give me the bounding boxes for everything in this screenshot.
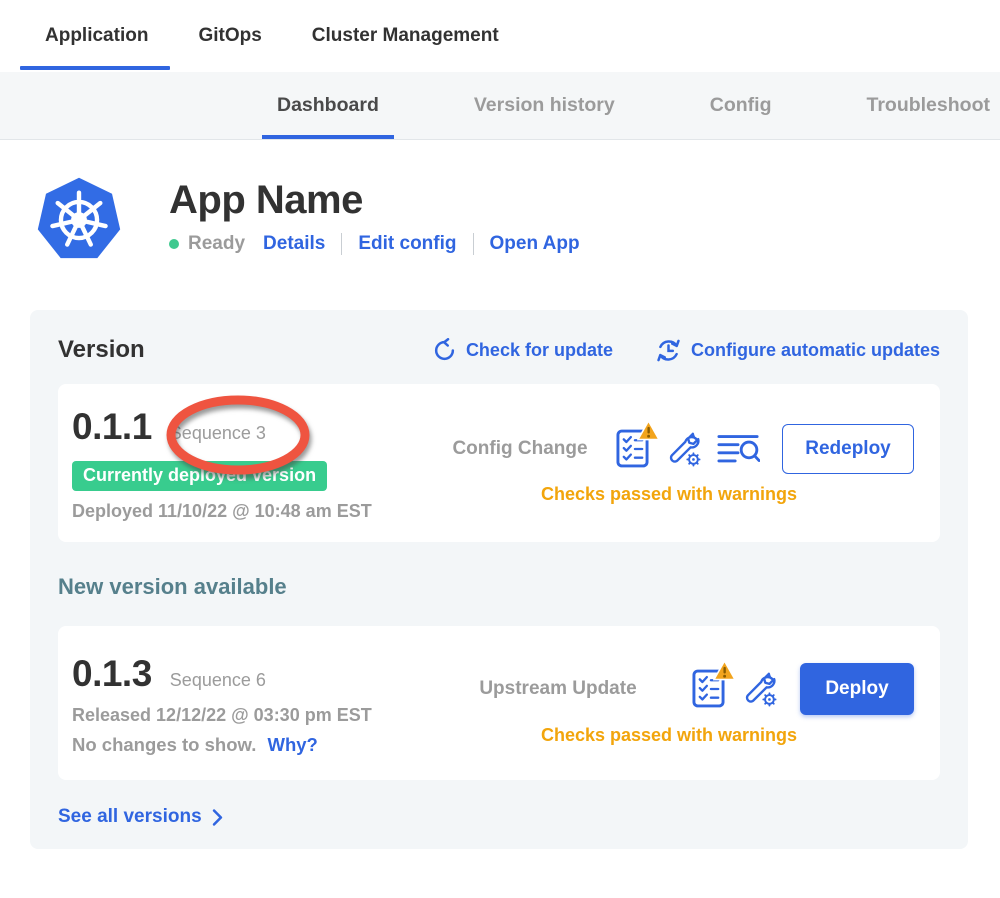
chevron-right-icon	[212, 809, 223, 826]
version-source-label: Upstream Update	[424, 678, 692, 700]
divider	[341, 233, 342, 255]
current-version-sequence: Sequence 3	[170, 423, 266, 444]
app-header: App Name Ready Details Edit config Open …	[35, 176, 1000, 264]
divider	[473, 233, 474, 255]
available-version-number: 0.1.3	[72, 653, 152, 695]
details-link[interactable]: Details	[263, 233, 325, 255]
released-timestamp: Released 12/12/22 @ 03:30 pm EST	[72, 705, 424, 726]
configure-automatic-updates-button[interactable]: Configure automatic updates	[655, 337, 940, 364]
top-nav: Application GitOps Cluster Management	[0, 0, 1000, 72]
version-source-label: Config Change	[424, 438, 616, 460]
status-ready-dot-icon	[169, 239, 179, 249]
version-panel-title: Version	[58, 336, 145, 364]
config-values-icon[interactable]	[664, 430, 702, 468]
status-label: Ready	[188, 233, 245, 255]
new-version-heading: New version available	[58, 574, 940, 600]
refresh-icon	[432, 338, 457, 363]
subnav-tab-version-history[interactable]: Version history	[459, 72, 630, 139]
why-link[interactable]: Why?	[267, 734, 317, 755]
see-all-versions-link[interactable]: See all versions	[58, 806, 223, 828]
redeploy-button[interactable]: Redeploy	[782, 424, 914, 474]
gear-icon	[687, 453, 699, 465]
preflight-checks-warning-icon[interactable]	[616, 429, 649, 468]
current-version-number: 0.1.1	[72, 406, 152, 448]
warning-triangle-icon	[637, 420, 660, 446]
app-sub-nav: Dashboard Version history Config Trouble…	[0, 72, 1000, 140]
kubernetes-logo	[35, 176, 123, 264]
subnav-tab-troubleshoot[interactable]: Troubleshoot	[851, 72, 1000, 139]
edit-config-link[interactable]: Edit config	[358, 233, 456, 255]
topnav-tab-cluster-management[interactable]: Cluster Management	[312, 0, 499, 72]
preflight-checks-status: Checks passed with warnings	[424, 484, 914, 505]
available-version-card: 0.1.3 Sequence 6 Released 12/12/22 @ 03:…	[58, 626, 940, 780]
gear-icon	[763, 693, 775, 705]
no-changes-label: No changes to show.	[72, 734, 256, 755]
topnav-tab-application[interactable]: Application	[45, 0, 148, 72]
preflight-checks-warning-icon[interactable]	[692, 669, 725, 708]
scheduled-update-icon	[655, 337, 682, 364]
current-version-card: 0.1.1 Sequence 3 Currently deployed vers…	[58, 384, 940, 542]
currently-deployed-badge: Currently deployed version	[72, 461, 327, 491]
check-for-update-label: Check for update	[466, 340, 613, 361]
deployed-timestamp: Deployed 11/10/22 @ 10:48 am EST	[72, 501, 424, 522]
deploy-button[interactable]: Deploy	[800, 663, 914, 715]
config-values-icon[interactable]	[740, 670, 778, 708]
check-for-update-button[interactable]: Check for update	[432, 338, 613, 363]
topnav-tab-gitops[interactable]: GitOps	[198, 0, 261, 72]
warning-triangle-icon	[713, 660, 736, 686]
version-panel: Version Check for update	[30, 310, 968, 849]
see-all-versions-label: See all versions	[58, 806, 202, 828]
page-title: App Name	[169, 178, 580, 223]
subnav-tab-dashboard[interactable]: Dashboard	[262, 72, 394, 139]
view-files-icon[interactable]	[717, 433, 760, 464]
open-app-link[interactable]: Open App	[490, 233, 580, 255]
available-version-sequence: Sequence 6	[170, 670, 266, 691]
subnav-tab-config[interactable]: Config	[695, 72, 787, 139]
configure-automatic-updates-label: Configure automatic updates	[691, 340, 940, 361]
preflight-checks-status: Checks passed with warnings	[424, 725, 914, 746]
